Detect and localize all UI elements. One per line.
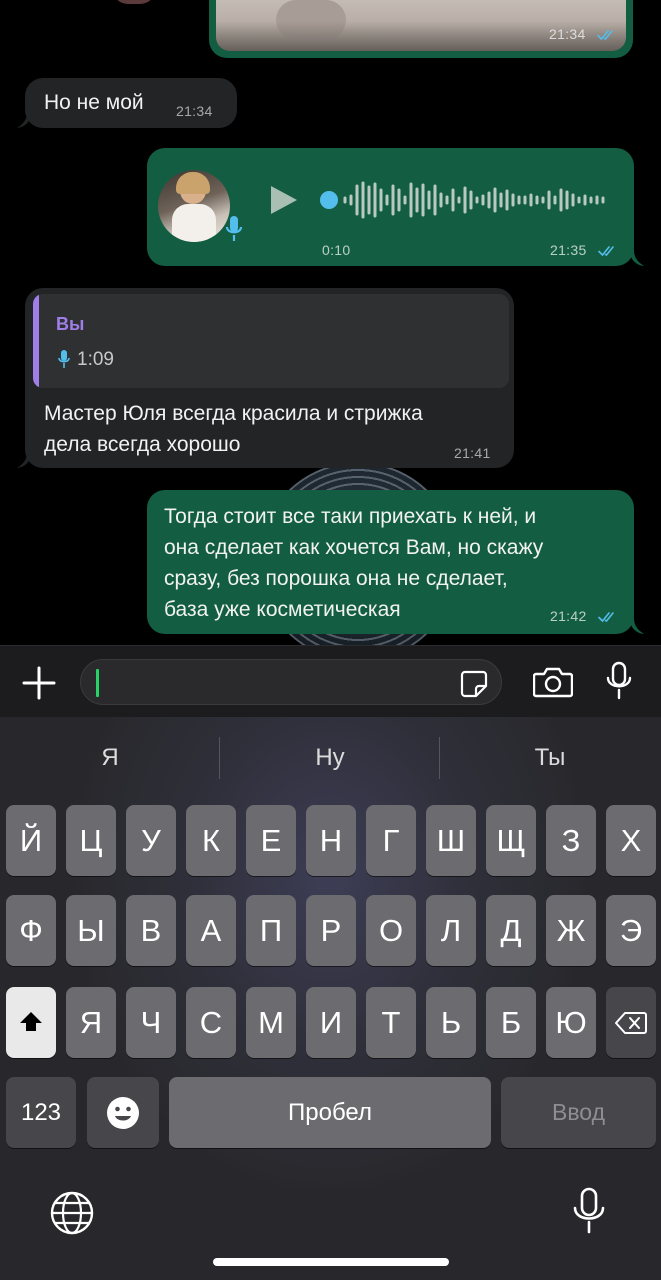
voice-waveform[interactable] (319, 180, 619, 220)
outgoing-message[interactable]: Тогда стоит все таки приехать к ней, и о… (147, 490, 634, 634)
shift-icon (20, 1012, 42, 1031)
enter-key[interactable]: Ввод (501, 1077, 656, 1148)
key[interactable]: Ц (66, 805, 116, 876)
key[interactable]: С (186, 987, 236, 1058)
numbers-key[interactable]: 123 (6, 1077, 76, 1148)
key[interactable]: В (126, 895, 176, 966)
message-text-line: Мастер Юля всегда красила и стрижка (44, 402, 423, 425)
globe-icon[interactable] (49, 1190, 95, 1236)
read-receipt-icon (598, 246, 614, 257)
voice-message[interactable]: 0:10 21:35 (147, 148, 634, 266)
message-time: 21:41 (454, 445, 491, 461)
incoming-message[interactable]: Но не мой 21:34 (25, 78, 237, 128)
text-caret (96, 669, 99, 697)
key[interactable]: У (126, 805, 176, 876)
key[interactable]: Х (606, 805, 656, 876)
key[interactable]: О (366, 895, 416, 966)
key[interactable]: К (186, 805, 236, 876)
suggestion-2[interactable]: Ну (220, 717, 440, 797)
key[interactable]: И (306, 987, 356, 1058)
message-text-line: она сделает как хочется Вам, но скажу (164, 536, 544, 559)
key[interactable]: Ж (546, 895, 596, 966)
quote-author: Вы (56, 314, 85, 334)
key[interactable]: Ы (66, 895, 116, 966)
plus-icon[interactable] (21, 665, 57, 701)
key[interactable]: Ф (6, 895, 56, 966)
dictation-microphone-icon[interactable] (572, 1187, 606, 1235)
key[interactable]: Э (606, 895, 656, 966)
message-text-line: база уже косметическая (164, 598, 401, 621)
microphone-icon[interactable] (605, 661, 633, 701)
key[interactable]: Б (486, 987, 536, 1058)
quoted-message[interactable]: Вы 1:09 (33, 294, 509, 388)
key[interactable]: Г (366, 805, 416, 876)
sender-avatar (158, 170, 230, 242)
key[interactable]: А (186, 895, 236, 966)
microphone-icon (58, 350, 70, 368)
home-indicator[interactable] (213, 1258, 449, 1266)
incoming-reply-message[interactable]: Вы 1:09 Мастер Юля всегда красила и стри… (25, 288, 514, 468)
key[interactable]: Т (366, 987, 416, 1058)
sticker-icon[interactable] (459, 669, 489, 699)
backspace-icon (615, 1012, 647, 1034)
microphone-icon (225, 216, 243, 241)
message-time: 21:35 (550, 242, 587, 258)
message-input-field[interactable] (80, 659, 502, 705)
key[interactable]: Д (486, 895, 536, 966)
play-icon[interactable] (268, 185, 298, 215)
message-text: Но не мой (44, 91, 144, 114)
key[interactable]: З (546, 805, 596, 876)
quote-voice-duration: 1:09 (77, 349, 114, 370)
key[interactable]: Ч (126, 987, 176, 1058)
key[interactable]: Й (6, 805, 56, 876)
key[interactable]: Щ (486, 805, 536, 876)
read-receipt-icon (597, 30, 613, 41)
message-text-line: Тогда стоит все таки приехать к ней, и (164, 505, 537, 528)
key[interactable]: М (246, 987, 296, 1058)
emoji-icon (107, 1097, 139, 1129)
suggestion-3[interactable]: Ты (440, 717, 660, 797)
shift-key[interactable] (6, 987, 56, 1058)
chat-area[interactable]: 21:34 Но не мой 21:34 0:10 21:35 Вы 1:09… (0, 0, 661, 645)
key[interactable]: Н (306, 805, 356, 876)
voice-duration: 0:10 (322, 242, 351, 258)
contact-avatar-partial (112, 0, 156, 4)
emoji-key[interactable] (87, 1077, 159, 1148)
message-time: 21:34 (549, 26, 586, 42)
key[interactable]: Ю (546, 987, 596, 1058)
message-input-bar (0, 645, 661, 717)
suggestion-1[interactable]: Я (0, 717, 220, 797)
key[interactable]: Ш (426, 805, 476, 876)
key[interactable]: Е (246, 805, 296, 876)
key[interactable]: Я (66, 987, 116, 1058)
camera-icon[interactable] (533, 666, 573, 698)
keyboard: Я Ну Ты Й Ц У К Е Н Г Ш Щ З Х Ф Ы В А П … (0, 717, 661, 1280)
key[interactable]: П (246, 895, 296, 966)
key[interactable]: Л (426, 895, 476, 966)
backspace-key[interactable] (606, 987, 656, 1058)
message-time: 21:42 (550, 608, 587, 624)
key[interactable]: Ь (426, 987, 476, 1058)
message-time: 21:34 (176, 103, 213, 119)
message-text-line: дела всегда хорошо (44, 433, 241, 456)
outgoing-photo-message[interactable]: 21:34 (209, 0, 633, 58)
message-text-line: сразу, без порошка она не сделает, (164, 567, 508, 590)
space-key[interactable]: Пробел (169, 1077, 491, 1148)
key[interactable]: Р (306, 895, 356, 966)
read-receipt-icon (598, 612, 614, 623)
